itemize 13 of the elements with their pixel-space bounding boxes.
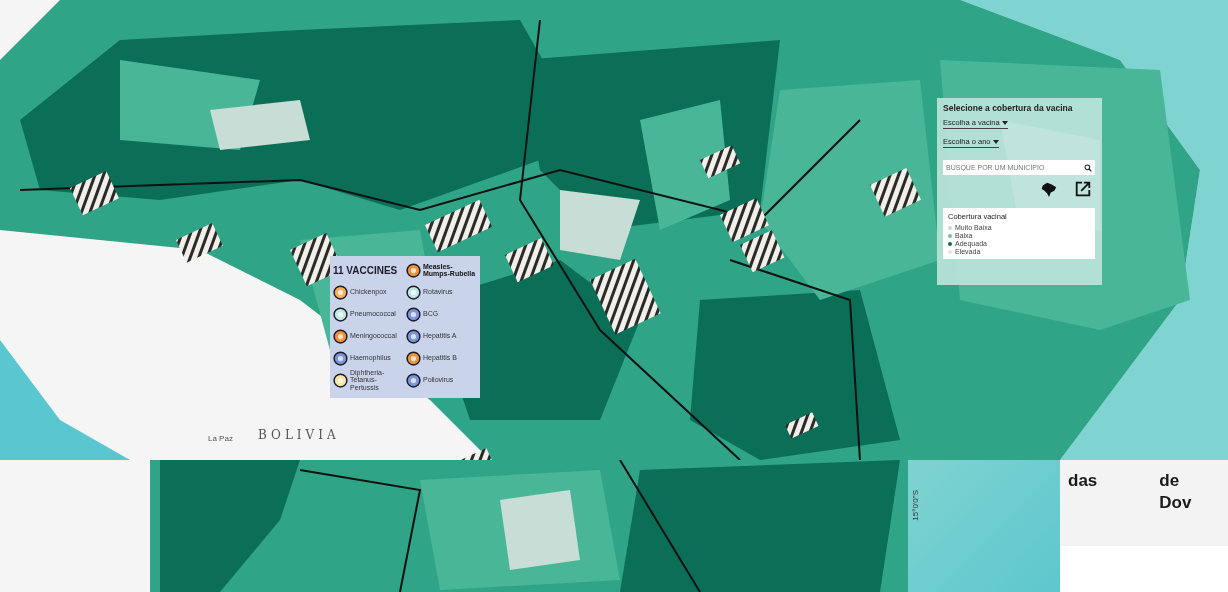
country-map-icon[interactable] [1040, 180, 1058, 198]
map-label: BOLIVIA [258, 428, 340, 442]
caret-icon [1001, 121, 1008, 125]
external-link-icon[interactable] [1074, 180, 1092, 198]
map-label: La Paz [208, 434, 233, 443]
article-text: Dov [1159, 492, 1192, 515]
panel-title: Selecione a cobertura da vacina [943, 103, 1073, 113]
article-text: das [1068, 470, 1098, 492]
article-text: de [1159, 470, 1181, 492]
coordinate-label: 15°0'0"S [912, 490, 920, 521]
search-icon[interactable] [1084, 163, 1092, 172]
card-title: 11 VACCINES [333, 264, 399, 276]
caret-icon [992, 140, 999, 144]
